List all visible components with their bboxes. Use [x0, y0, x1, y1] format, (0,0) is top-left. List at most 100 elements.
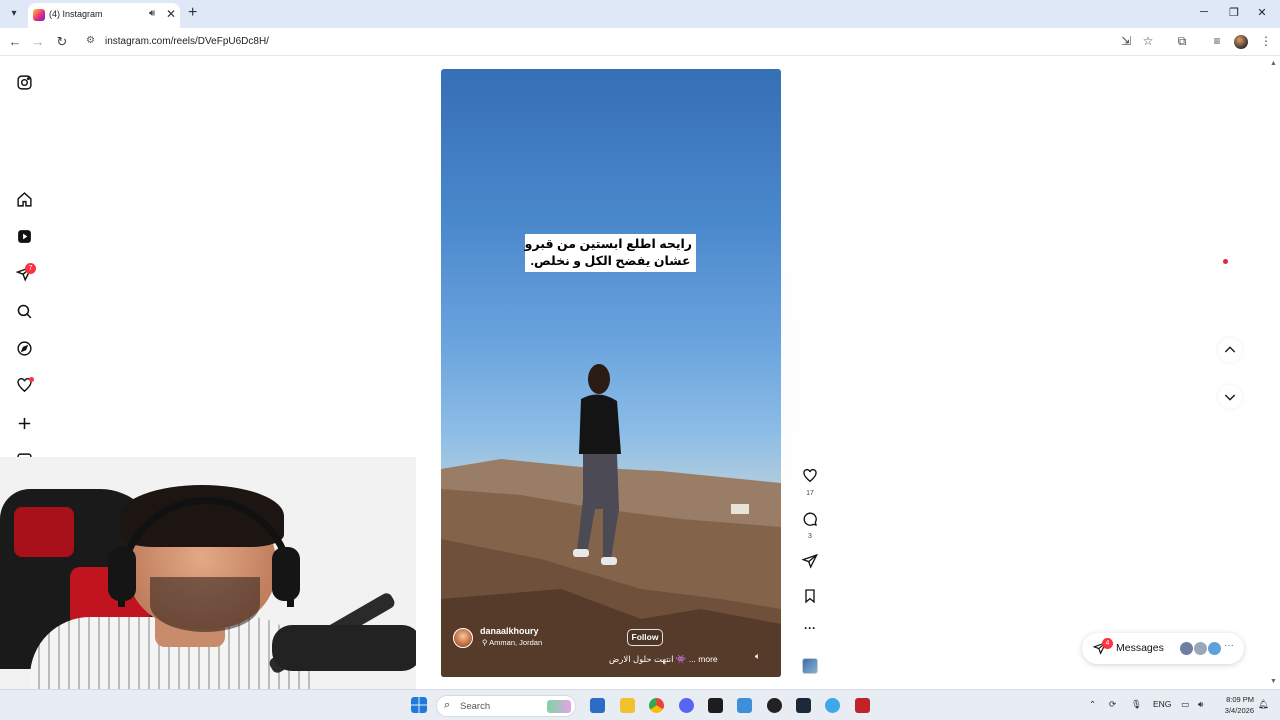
reel-location-text: Amman, Jordan [489, 638, 543, 647]
windows-taskbar: ⌕ Search ⌃ ⟳ 🎙︎ ENG ▭ 🔊︎ 8:09 PM 3/4/202… [0, 689, 1280, 720]
reel-video[interactable]: رايحه اطلع ابستين من قبرو عشان يفضح الكل… [441, 69, 781, 677]
extensions-icon[interactable]: ⧉ [1174, 34, 1190, 49]
minimize-button[interactable]: ─ [1194, 6, 1214, 18]
search-highlight-icon [547, 700, 571, 713]
forward-arrow-icon[interactable]: → [30, 34, 46, 49]
windows-start-icon[interactable] [411, 697, 427, 713]
edge-app-icon[interactable] [825, 698, 840, 713]
restore-button[interactable]: ❐ [1224, 6, 1244, 19]
notification-dot [29, 377, 34, 382]
terminal-app-icon[interactable] [708, 698, 723, 713]
sync-tray-icon[interactable]: ⟳ [1109, 699, 1116, 710]
messages-more-icon: ··· [1224, 640, 1234, 651]
avatar [1179, 641, 1194, 656]
back-arrow-icon[interactable]: ← [7, 34, 23, 49]
person-figure [573, 364, 621, 565]
explore-compass-icon[interactable] [15, 339, 33, 357]
instagram-logo-icon[interactable] [15, 73, 33, 91]
obs-app-icon[interactable] [767, 698, 782, 713]
tray-chevron-up-icon[interactable]: ⌃ [1089, 699, 1096, 710]
profile-avatar[interactable] [1234, 35, 1248, 49]
chrome-app-icon[interactable] [649, 698, 664, 713]
clock[interactable]: 8:09 PM 3/4/2026 [1216, 694, 1254, 716]
reel-location[interactable]: ⚲ Amman, Jordan [482, 638, 542, 647]
avatar [1193, 641, 1208, 656]
red-dot-indicator [1223, 259, 1228, 264]
tab-search-chevron-icon[interactable]: ▾ [6, 6, 22, 22]
browser-tab-bar: ▾ (4) Instagram 🔊︎ ✕ + ─ ❐ ✕ [0, 0, 1280, 28]
address-bar-row: ← → ↻ ⚙ instagram.com/reels/DVeFpU6Dc8H/… [0, 28, 1280, 56]
search-icon[interactable] [15, 302, 33, 320]
url-text[interactable]: instagram.com/reels/DVeFpU6Dc8H/ [105, 36, 269, 47]
file-explorer-icon[interactable] [620, 698, 635, 713]
webcam-overlay [0, 457, 416, 720]
send-icon [801, 553, 818, 569]
media-control-icon[interactable]: ≡ [1209, 34, 1225, 48]
more-options-icon[interactable]: ··· [800, 621, 820, 635]
like-count: 17 [806, 490, 814, 497]
comment-bubble-icon [803, 512, 817, 526]
comment-count: 3 [808, 533, 812, 540]
close-window-button[interactable]: ✕ [1252, 6, 1272, 19]
microphone-tray-icon[interactable]: 🎙︎ [1131, 699, 1142, 710]
chevron-down-icon [1224, 394, 1236, 401]
clock-date: 3/4/2026 [1224, 706, 1254, 715]
messages-count-badge: 7 [25, 263, 36, 274]
reels-icon[interactable] [15, 227, 33, 245]
reel-caption-overlay: رايحه اطلع ابستين من قبرو عشان يفضح الكل… [525, 234, 696, 272]
like-button[interactable]: 17 [800, 468, 820, 497]
comment-button[interactable]: 3 [800, 511, 820, 540]
next-reel-button[interactable] [1218, 385, 1242, 409]
follow-button[interactable]: Follow [627, 629, 663, 646]
avatar [1207, 641, 1222, 656]
url-field[interactable]: ⚙ instagram.com/reels/DVeFpU6Dc8H/ [80, 31, 1110, 53]
speaker-icon[interactable]: 🔊︎ [149, 8, 155, 19]
language-indicator[interactable]: ENG [1153, 699, 1171, 709]
scroll-up-arrow-icon[interactable]: ▲ [1270, 60, 1277, 67]
caption-line-2: عشان يفضح الكل و نخلص. [530, 254, 691, 268]
shield-app-icon[interactable] [855, 698, 870, 713]
site-info-icon[interactable]: ⚙ [86, 35, 95, 46]
reel-description[interactable]: انتهت حلول الارض 👾 ... more [609, 654, 718, 665]
bookmark-star-icon[interactable]: ☆ [1140, 34, 1156, 48]
network-tray-icon[interactable]: ▭ [1181, 699, 1189, 710]
previous-reel-button[interactable] [1218, 338, 1242, 362]
chevron-up-icon [1224, 346, 1236, 353]
chrome-menu-icon[interactable]: ⋮ [1258, 34, 1274, 48]
messages-label: Messages [1116, 642, 1164, 654]
instagram-favicon-icon [33, 9, 45, 21]
messages-button[interactable]: 4 Messages ··· [1082, 633, 1244, 664]
create-plus-icon[interactable] [15, 414, 33, 432]
notification-bell-icon[interactable]: 🔔︎ [1258, 699, 1269, 710]
new-tab-button[interactable]: + [188, 4, 197, 22]
original-audio-thumbnail[interactable] [802, 658, 818, 674]
bookmark-icon [805, 589, 815, 604]
taskbar-search-box[interactable]: ⌕ Search [436, 695, 576, 717]
heart-icon [803, 468, 817, 483]
install-app-icon[interactable]: ⇲ [1118, 34, 1134, 48]
home-icon[interactable] [15, 190, 33, 208]
mute-toggle-icon[interactable]: 🔈︎ [755, 651, 760, 662]
reel-author-avatar[interactable] [453, 628, 473, 648]
reload-icon[interactable]: ↻ [54, 34, 70, 50]
store-app-icon[interactable] [737, 698, 752, 713]
reel-username[interactable]: danaalkhoury [480, 626, 539, 636]
discord-app-icon[interactable] [679, 698, 694, 713]
microphone [272, 625, 416, 671]
tab-close-icon[interactable]: ✕ [166, 7, 176, 21]
scroll-down-arrow-icon[interactable]: ▼ [1270, 678, 1277, 685]
browser-tab-instagram[interactable]: (4) Instagram 🔊︎ ✕ [28, 3, 180, 28]
calculator-app-icon[interactable] [590, 698, 605, 713]
clock-time: 8:09 PM [1226, 695, 1254, 704]
save-button[interactable] [800, 588, 820, 609]
messages-badge: 4 [1102, 638, 1113, 649]
chair-accent [14, 507, 74, 557]
caption-line-1: رايحه اطلع ابستين من قبرو [524, 237, 692, 251]
headset-earcup [272, 547, 300, 601]
share-button[interactable] [800, 553, 820, 574]
volume-tray-icon[interactable]: 🔊︎ [1198, 699, 1203, 710]
steam-app-icon[interactable] [796, 698, 811, 713]
taskbar-search-placeholder: Search [460, 701, 491, 712]
search-icon: ⌕ [444, 699, 451, 711]
headset-earcup [108, 547, 136, 601]
